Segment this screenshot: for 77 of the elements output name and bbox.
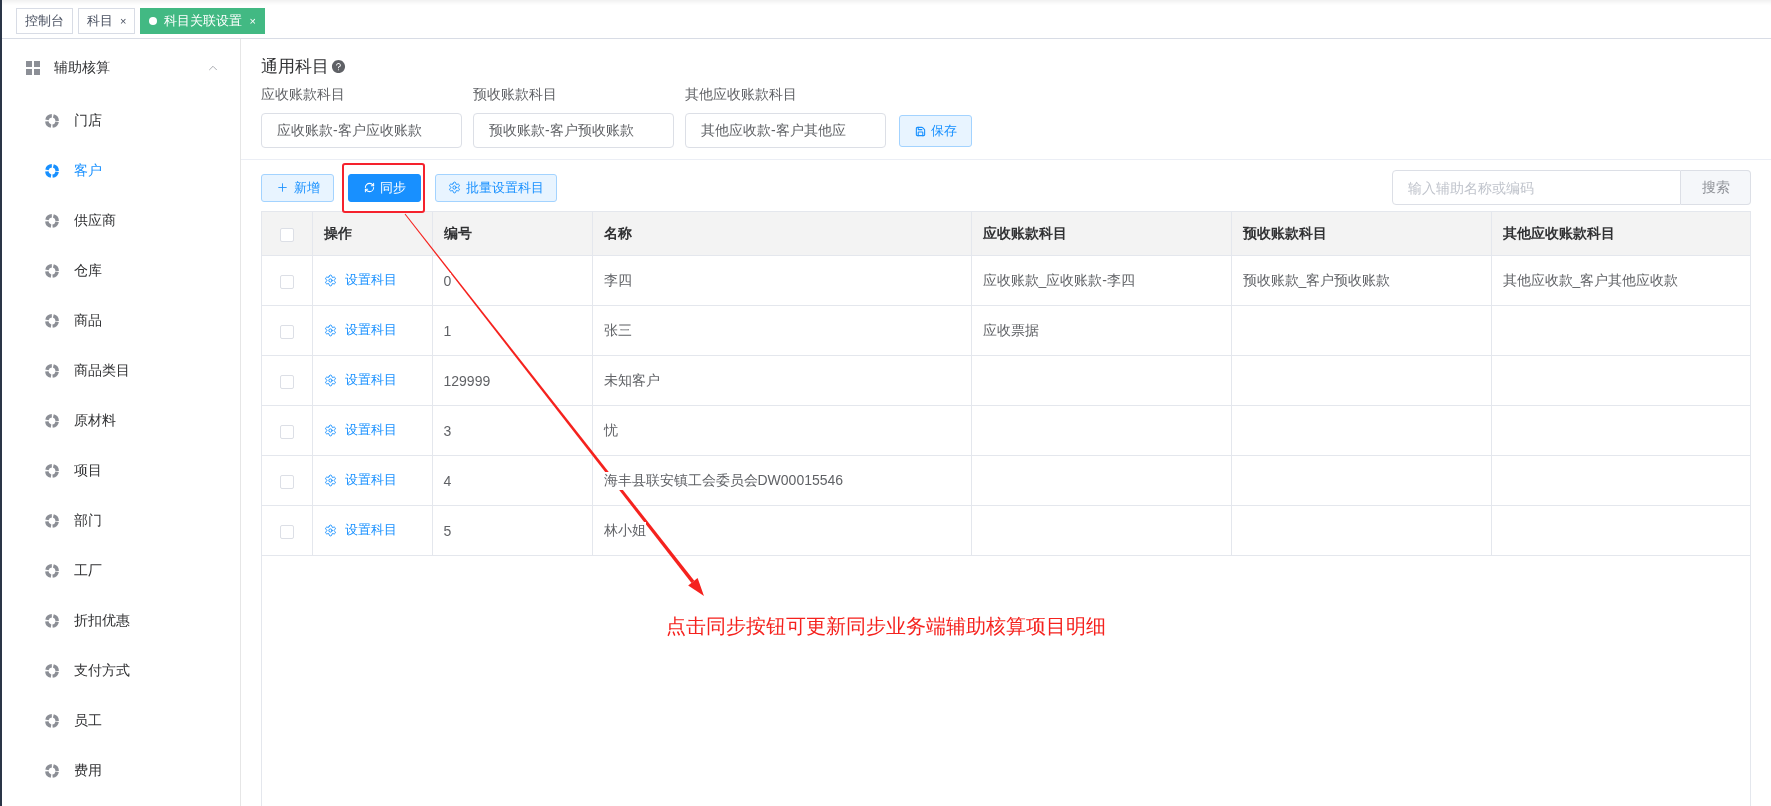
ring-icon [45,364,59,378]
section-title: 通用科目 [261,55,329,78]
checkbox[interactable] [279,374,294,389]
ring-icon [45,564,59,578]
input-field[interactable]: 其他应收款-客户其他应 [685,113,886,148]
settings-icon [448,181,461,194]
checkbox[interactable] [279,274,294,289]
tab[interactable]: 控制台 [16,8,73,34]
sidebar-item[interactable]: 门店 [2,96,240,146]
sidebar-item[interactable]: 项目 [2,446,240,496]
ring-icon [45,514,59,528]
settings-icon [323,423,337,437]
column-header: 编号 [443,224,472,243]
sidebar-item[interactable]: 商品 [2,296,240,346]
settings-icon [323,323,337,337]
table-cell: 其他应收款_客户其他应收款 [1502,271,1679,290]
checkbox[interactable] [279,424,294,439]
ring-icon [45,264,59,278]
ring-icon [45,764,59,778]
ring-icon [45,614,59,628]
column-header: 其他应收账款科目 [1502,224,1615,243]
table-cell: 应收账款_应收账款-李四 [982,271,1135,290]
table-cell: 张三 [603,321,632,340]
sidebar-item[interactable]: 仓库 [2,246,240,296]
field-label: 其他应收账款科目 [685,85,798,104]
column-header: 名称 [603,224,632,243]
sidebar-item[interactable]: 部门 [2,496,240,546]
help-icon[interactable] [331,58,346,74]
plus-icon [275,181,289,194]
table-cell: 应收票据 [982,321,1039,340]
menu-group-header[interactable]: 辅助核算 [2,43,240,93]
sidebar-item[interactable]: 支付方式 [2,646,240,696]
search-field[interactable]: 输入辅助名称或编码 [1392,170,1681,205]
grid-icon [26,61,40,75]
ring-icon [45,114,59,128]
settings-icon [323,473,337,487]
checkbox[interactable] [279,474,294,489]
sidebar-item[interactable]: 商品类目 [2,346,240,396]
settings-icon [323,273,337,287]
ring-icon [45,414,59,428]
column-header: 预收账款科目 [1242,224,1327,243]
sidebar-item[interactable]: 供应商 [2,196,240,246]
sidebar-item[interactable]: 员工 [2,696,240,746]
annotation-text: 点击同步按钮可更新同步业务端辅助核算项目明细 [666,614,1106,639]
table-cell: 预收账款_客户预收账款 [1242,271,1391,290]
ring-icon [45,664,59,678]
ring-icon [45,164,59,178]
sidebar-item[interactable]: 费用 [2,746,240,796]
tab-close-button[interactable]: × [120,15,127,27]
field-label: 预收账款科目 [473,85,558,104]
checkbox[interactable] [279,524,294,539]
field-label: 应收账款科目 [261,85,346,104]
ring-icon [45,314,59,328]
sidebar-item[interactable]: 工厂 [2,546,240,596]
checkbox[interactable] [279,227,294,242]
ring-icon [45,214,59,228]
ring-icon [45,714,59,728]
tab[interactable]: 科目 × [78,8,136,34]
table-cell: 李四 [603,271,632,290]
refresh-icon [363,182,375,193]
input-field[interactable]: 应收账款-客户应收账款 [261,113,462,148]
table-cell: 0 [443,272,452,289]
sidebar-item[interactable]: 原材料 [2,396,240,446]
ring-icon [45,464,59,478]
column-header: 操作 [323,224,352,243]
table-cell: 忧 [603,421,618,440]
column-header: 应收账款科目 [982,224,1067,243]
table-cell: 海丰县联安镇工会委员会DW00015546 [603,471,844,490]
checkbox[interactable] [279,324,294,339]
dot-icon [149,17,158,25]
input-field[interactable]: 预收账款-客户预收账款 [473,113,674,148]
sidebar-item[interactable]: 折扣优惠 [2,596,240,646]
settings-icon [323,373,337,387]
settings-icon [323,523,337,537]
table-cell: 未知客户 [603,371,660,390]
save-icon [914,125,926,137]
table-cell: 林小姐 [603,521,646,540]
